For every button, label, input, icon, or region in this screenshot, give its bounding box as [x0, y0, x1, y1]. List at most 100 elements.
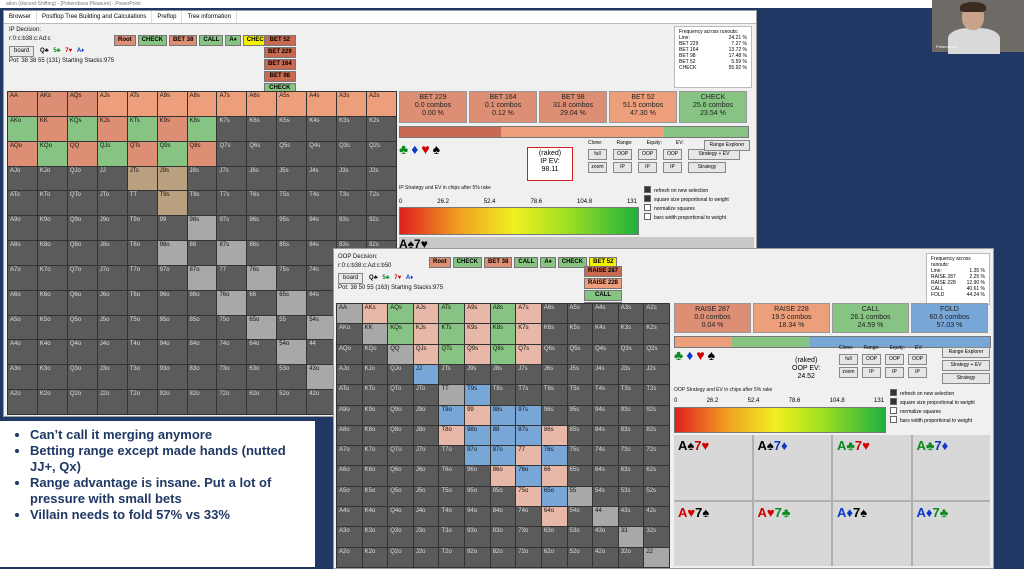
hand-cell[interactable]: T2s	[367, 191, 396, 216]
hand-cell[interactable]: 33	[618, 527, 644, 547]
hand-cell[interactable]: 22	[644, 547, 669, 567]
range-ip-button[interactable]: IP	[862, 367, 881, 378]
hand-cell[interactable]: A6s	[541, 304, 567, 324]
action-summary-box[interactable]: CHECK 25.6 combos 23.54 %	[679, 91, 747, 123]
hand-cell[interactable]: K8s	[490, 324, 516, 344]
hand-cell[interactable]: 98s	[490, 405, 516, 425]
hand-cell[interactable]: J5s	[567, 364, 593, 385]
hand-cell[interactable]: 94s	[593, 405, 618, 425]
tab-browser[interactable]: Browser	[4, 11, 38, 23]
hand-cell[interactable]: KQo	[37, 141, 67, 166]
ev-oop-button[interactable]: OOP	[663, 149, 682, 160]
hand-cell[interactable]: 93o	[157, 365, 187, 390]
equity-oop-button[interactable]: OOP	[638, 149, 657, 160]
hand-cell[interactable]: 65o	[541, 486, 567, 507]
hand-cell[interactable]: 85s	[277, 241, 307, 265]
hand-cell[interactable]: T3o	[127, 365, 157, 390]
hand-cell[interactable]: 93o	[465, 527, 490, 547]
ip-suit-filter[interactable]: ♣ ♦ ♥ ♠	[399, 141, 440, 157]
full-button[interactable]: full	[588, 149, 607, 160]
hand-cell[interactable]: 62o	[247, 390, 277, 414]
full-button[interactable]: full	[839, 354, 858, 365]
hand-cell[interactable]: 62s	[644, 466, 669, 486]
hand-cell[interactable]: T5s	[277, 191, 307, 216]
raise-option[interactable]: RAISE 287	[584, 266, 623, 277]
hand-cell[interactable]: K3s	[337, 116, 367, 141]
hand-cell[interactable]: A7s	[217, 92, 247, 116]
hand-cell[interactable]: K3o	[37, 365, 67, 390]
combo-card[interactable]: A♣7♥	[833, 435, 911, 500]
hand-cell[interactable]: T5s	[567, 385, 593, 405]
hand-cell[interactable]: 97s	[217, 216, 247, 241]
hand-cell[interactable]: A6o	[337, 466, 362, 486]
hand-cell[interactable]: 97s	[516, 405, 541, 425]
hand-cell[interactable]: A2s	[367, 92, 396, 116]
hand-cell[interactable]: A8o	[337, 425, 362, 446]
hand-cell[interactable]: A5o	[337, 486, 362, 507]
hand-cell[interactable]: A9s	[157, 92, 187, 116]
hand-cell[interactable]: K6o	[362, 466, 388, 486]
equity-ip-button[interactable]: IP	[638, 162, 657, 173]
hand-cell[interactable]: 62o	[541, 547, 567, 567]
bet-option[interactable]: BET 52	[264, 35, 296, 46]
hand-cell[interactable]: 86o	[187, 290, 217, 315]
hand-cell[interactable]: A6o	[8, 290, 37, 315]
equity-ip-button[interactable]: IP	[885, 367, 904, 378]
hand-cell[interactable]: A3s	[337, 92, 367, 116]
hand-cell[interactable]: K7s	[516, 324, 541, 344]
hand-cell[interactable]: 99	[157, 216, 187, 241]
hand-cell[interactable]: T8s	[490, 385, 516, 405]
hand-cell[interactable]: 76s	[247, 265, 277, 290]
hand-cell[interactable]: JTs	[439, 364, 465, 385]
combo-card[interactable]: A♠7♥	[674, 435, 752, 500]
combo-card[interactable]: A♥7♣	[753, 501, 831, 566]
hand-cell[interactable]: 76o	[516, 466, 541, 486]
hand-cell[interactable]: J4o	[413, 507, 439, 527]
hand-cell[interactable]: K9s	[465, 324, 490, 344]
raise-option[interactable]: RAISE 228	[584, 278, 623, 289]
hand-cell[interactable]: KTs	[439, 324, 465, 344]
hand-cell[interactable]: T5o	[439, 486, 465, 507]
hand-cell[interactable]: 99	[465, 405, 490, 425]
hand-cell[interactable]: 84o	[490, 507, 516, 527]
club-icon[interactable]: ♣	[399, 141, 408, 157]
range-oop-button[interactable]: OOP	[613, 149, 632, 160]
bet-option[interactable]: BET 229	[264, 47, 296, 58]
hand-cell[interactable]: Q6s	[541, 344, 567, 364]
hand-cell[interactable]: ATo	[8, 191, 37, 216]
hand-cell[interactable]: A5o	[8, 315, 37, 340]
hand-cell[interactable]: 53o	[567, 527, 593, 547]
hand-cell[interactable]: J2s	[367, 166, 396, 191]
action-summary-box[interactable]: BET 52 51.5 combos 47.30 %	[609, 91, 677, 123]
hand-cell[interactable]: K2s	[367, 116, 396, 141]
hand-cell[interactable]: Q8o	[67, 241, 97, 265]
hand-cell[interactable]: K8o	[37, 241, 67, 265]
action-path-item[interactable]: CALL	[514, 257, 539, 268]
hand-cell[interactable]: 88	[187, 241, 217, 265]
hand-cell[interactable]: 87s	[217, 241, 247, 265]
hand-cell[interactable]: A4o	[337, 507, 362, 527]
hand-cell[interactable]: TT	[439, 385, 465, 405]
hand-cell[interactable]: 63o	[247, 365, 277, 390]
range-ip-button[interactable]: IP	[613, 162, 632, 173]
hand-cell[interactable]: 83o	[187, 365, 217, 390]
hand-cell[interactable]: 83s	[618, 425, 644, 446]
hand-cell[interactable]: J8s	[490, 364, 516, 385]
hand-cell[interactable]: K9o	[362, 405, 388, 425]
hand-cell[interactable]: A5s	[567, 304, 593, 324]
hand-cell[interactable]: T2o	[439, 547, 465, 567]
hand-cell[interactable]: 96s	[541, 405, 567, 425]
hand-cell[interactable]: Q4s	[593, 344, 618, 364]
hand-cell[interactable]: KK	[362, 324, 388, 344]
oop-suit-filter[interactable]: ♣ ♦ ♥ ♠	[674, 347, 715, 363]
hand-cell[interactable]: QJs	[413, 344, 439, 364]
hand-cell[interactable]: A3o	[8, 365, 37, 390]
hand-cell[interactable]: K7o	[362, 446, 388, 466]
hand-cell[interactable]: AJo	[8, 166, 37, 191]
hand-cell[interactable]: 77	[516, 446, 541, 466]
hand-cell[interactable]: A3s	[618, 304, 644, 324]
hand-cell[interactable]: 63s	[618, 466, 644, 486]
hand-cell[interactable]: K3s	[618, 324, 644, 344]
hand-cell[interactable]: 75s	[277, 265, 307, 290]
hand-cell[interactable]: QJs	[97, 141, 127, 166]
